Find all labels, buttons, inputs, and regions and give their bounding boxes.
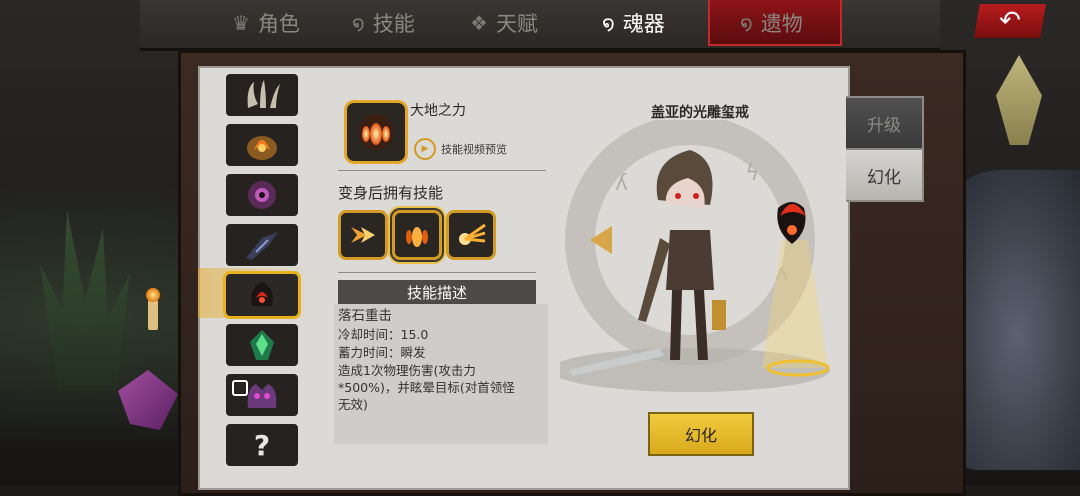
character-showcase: ʎ ϟ ʌ: [560, 120, 830, 392]
skill-description-header: 技能描述: [338, 280, 536, 304]
transform-tab-label: 幻化: [867, 167, 901, 188]
tab-label: 技能: [372, 12, 415, 36]
tab-relics[interactable]: ໑ 遗物: [740, 4, 803, 42]
soul-swirl-icon: ໑: [602, 11, 615, 35]
light-beam-icon: [459, 223, 486, 245]
transform-tab[interactable]: 幻化: [846, 148, 924, 202]
skill-slot-2[interactable]: [390, 208, 444, 262]
question-mark-icon: ?: [253, 428, 271, 462]
candle-flame: [146, 288, 160, 302]
back-button[interactable]: ↶: [974, 4, 1046, 38]
skill-name: 大地之力: [410, 103, 466, 119]
skill-slot-1[interactable]: [338, 210, 388, 260]
tab-talent[interactable]: ❖ 天赋: [470, 4, 538, 42]
tab-label: 魂器: [622, 12, 665, 36]
green-crystal-icon: [250, 330, 274, 360]
rune-glyph: ʎ: [615, 171, 628, 196]
dark-blade-relic[interactable]: [226, 224, 298, 266]
confirm-label: 幻化: [684, 426, 717, 445]
tab-label: 遗物: [760, 12, 803, 36]
rune-glyph: ϟ: [745, 161, 760, 186]
purple-beast-icon: [247, 384, 277, 408]
skill-desc-title: 落石重击: [338, 308, 392, 324]
tab-label: 天赋: [495, 12, 538, 36]
claw-relic[interactable]: [226, 74, 298, 116]
back-arrow-icon: ↶: [999, 6, 1021, 36]
eye-orb-icon: [248, 181, 276, 209]
effect-line: 无效): [338, 397, 368, 412]
green-crystal-relic[interactable]: [226, 324, 298, 366]
red-hood-icon: [251, 282, 273, 306]
earth-power-icon: [358, 114, 394, 150]
relic-icon: ໑: [740, 11, 753, 35]
charge-text: 蓄力时间：瞬发: [338, 345, 426, 360]
fire-helm-relic[interactable]: [226, 124, 298, 166]
gem-icon: ❖: [470, 11, 488, 35]
tab-skills[interactable]: ໑ 技能: [352, 4, 415, 42]
tab-soul-vessel[interactable]: ໑ 魂器: [602, 4, 665, 42]
lock-icon: [232, 380, 248, 396]
claw-icon: [247, 80, 280, 108]
play-icon: ▶: [414, 138, 436, 160]
crown-icon: ♛: [232, 11, 250, 35]
preview-label: 技能视频预览: [441, 143, 507, 156]
divider: [338, 272, 536, 273]
dark-blade-icon: [246, 232, 278, 260]
cooldown-text: 冷却时间：15.0: [338, 327, 429, 342]
unknown-relic[interactable]: ?: [226, 424, 298, 466]
tab-character[interactable]: ♛ 角色: [232, 4, 300, 42]
top-tab-bar: ♛ 角色 ໑ 技能 ❖ 天赋 ໑ 魂器 ໑ 遗物 ↶: [140, 0, 1046, 51]
main-skill-icon: [344, 100, 408, 164]
rock-smash-icon: [406, 227, 428, 247]
skin-name: 盖亚的光雕玺戒: [651, 105, 749, 121]
skills-after-transform-title: 变身后拥有技能: [338, 184, 444, 202]
tab-label: 角色: [257, 12, 300, 36]
video-preview-link[interactable]: ▶ 技能视频预览: [414, 138, 507, 160]
skill-slot-3[interactable]: [446, 210, 496, 260]
effect-line: *500%)，并眩晕目标(对首领怪: [338, 380, 515, 395]
upgrade-tab-label: 升级: [867, 115, 901, 136]
effect-line: 造成1次物理伤害(攻击力: [338, 363, 476, 378]
arrow-strike-icon: [351, 227, 375, 243]
purple-beast-relic[interactable]: [226, 374, 298, 416]
transform-confirm-button[interactable]: 幻化: [648, 412, 754, 456]
swirl-icon: ໑: [352, 11, 365, 35]
red-hood-relic[interactable]: [223, 271, 301, 319]
background-candle: [148, 300, 158, 330]
eye-orb-relic[interactable]: [226, 174, 298, 216]
fire-helm-icon: [247, 136, 277, 160]
divider: [338, 170, 546, 171]
upgrade-tab[interactable]: 升级: [846, 96, 924, 150]
